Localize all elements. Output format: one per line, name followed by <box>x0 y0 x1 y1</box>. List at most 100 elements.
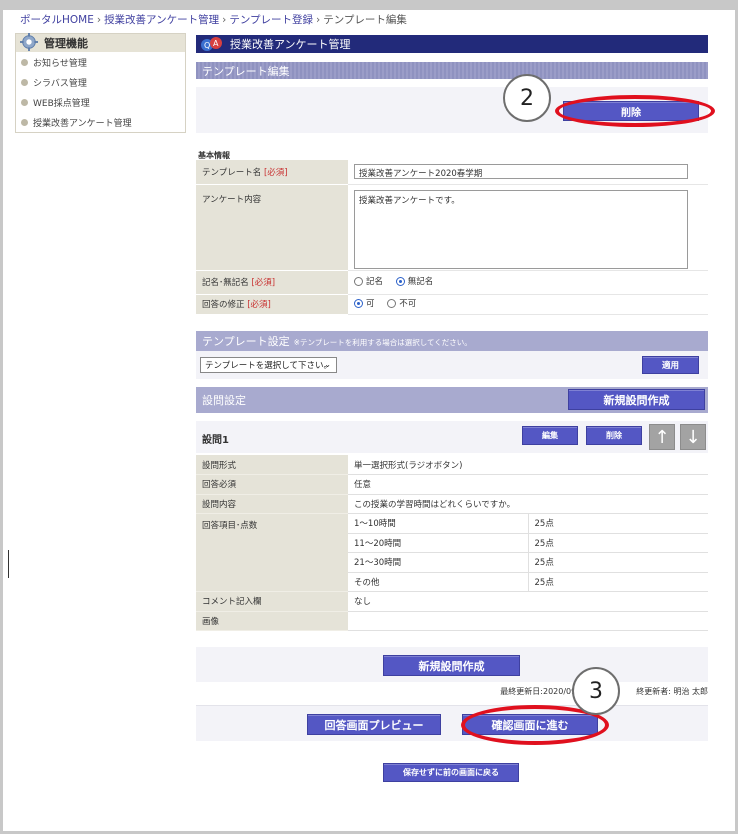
svg-text:A: A <box>213 39 219 48</box>
survey-content-label: アンケート内容 <box>196 184 348 271</box>
radio-anonymous[interactable]: 無記名 <box>395 275 434 288</box>
template-select[interactable]: テンプレートを選択して下さい。 ⌄ <box>200 357 337 373</box>
left-divider <box>8 550 9 578</box>
edit-question-button[interactable]: 編集 <box>522 426 578 445</box>
format-value: 単一選択形式(ラジオボタン) <box>348 455 708 475</box>
edit-answer-label: 回答の修正 [必須] <box>196 294 348 315</box>
radio-circle <box>354 276 363 286</box>
question1-title: 設問1 <box>202 435 229 446</box>
breadcrumb-survey-management[interactable]: 授業改善アンケート管理 <box>104 14 219 26</box>
radio-named[interactable]: 記名 <box>354 275 383 287</box>
chevron-down-icon: ⌄ <box>324 360 331 369</box>
breadcrumb-template-register[interactable]: テンプレート登録 <box>229 14 313 26</box>
breadcrumb-separator: › <box>222 14 227 26</box>
radio-label: 不可 <box>399 299 417 310</box>
page-title-bar: QA 授業改善アンケート管理 <box>196 35 708 53</box>
template-name-label: テンプレート名 [必須] <box>196 160 348 185</box>
answer-item: 11～20時間 <box>348 533 528 553</box>
question-settings-title: 設問設定 <box>202 394 246 407</box>
breadcrumb-portal-home[interactable]: ポータルHOME <box>20 14 94 26</box>
required-mark: [必須] <box>251 278 276 288</box>
image-value <box>348 611 708 631</box>
template-select-row: テンプレートを選択して下さい。 ⌄ 適用 <box>196 351 708 379</box>
radio-editable[interactable]: 可 <box>354 297 375 309</box>
sidebar-header: 管理機能 <box>16 33 185 52</box>
sidebar-item-survey[interactable]: 授業改善アンケート管理 <box>16 112 185 132</box>
svg-text:Q: Q <box>204 41 210 50</box>
sidebar-item-label: シラバス管理 <box>33 78 87 89</box>
sidebar-item-syllabus[interactable]: シラバス管理 <box>16 72 185 92</box>
answer-items-label: 回答項目･点数 <box>196 513 348 592</box>
gear-icon <box>20 33 38 51</box>
survey-content-textarea[interactable]: 授業改善アンケートです。 <box>354 189 688 269</box>
apply-button[interactable]: 適用 <box>642 356 699 374</box>
sidebar: 管理機能 お知らせ管理 シラバス管理 WEB採点管理 授業改善アンケート管理 <box>15 33 186 133</box>
question1-detail-table: 設問形式 単一選択形式(ラジオボタン) 回答必須 任意 設問内容 この授業の学習時間は… <box>196 455 708 631</box>
format-label: 設問形式 <box>196 455 348 475</box>
comment-value: なし <box>348 591 708 612</box>
move-down-icon[interactable]: ↓ <box>680 424 706 450</box>
sidebar-item-web-grading[interactable]: WEB採点管理 <box>16 92 185 112</box>
last-updated-date: 最終更新日:2020/09 <box>500 687 577 696</box>
template-select-value: テンプレートを選択して下さい。 <box>205 361 332 371</box>
sidebar-title: 管理機能 <box>44 37 88 50</box>
radio-circle-selected <box>354 298 363 308</box>
answer-item: その他 <box>348 572 528 592</box>
basic-info-table: テンプレート名 [必須] 授業改善アンケート2020春学期 アンケート内容 授業… <box>196 160 708 315</box>
image-label: 画像 <box>196 611 348 631</box>
section-title-text: テンプレート編集 <box>202 64 290 78</box>
breadcrumb-separator: › <box>96 14 102 26</box>
template-settings-header: テンプレート設定 ※テンプレートを利用する場合は選択してください。 <box>196 331 708 351</box>
answer-score: 25点 <box>527 533 708 553</box>
callout-number-2: 2 <box>503 74 551 122</box>
bullet-icon <box>21 78 28 86</box>
action-panel: 回答画面プレビュー 確認画面に進む <box>196 705 708 741</box>
required-label: 回答必須 <box>196 474 348 495</box>
answer-item: 21～30時間 <box>348 552 528 573</box>
breadcrumb-separator: › <box>316 14 321 26</box>
sidebar-item-label: WEB採点管理 <box>33 98 90 109</box>
last-updater: 終更新者: 明治 太郎 <box>636 687 708 696</box>
template-name-input[interactable]: 授業改善アンケート2020春学期 <box>354 164 688 180</box>
required-mark: [必須] <box>263 167 288 178</box>
template-settings-note: ※テンプレートを利用する場合は選択してください。 <box>293 338 472 347</box>
breadcrumb-current: テンプレート編集 <box>323 14 407 26</box>
move-up-icon[interactable]: ↑ <box>649 424 675 450</box>
new-question-button-top[interactable]: 新規設問作成 <box>568 389 705 410</box>
answer-score: 25点 <box>527 572 708 592</box>
page-title: 授業改善アンケート管理 <box>230 38 351 51</box>
bullet-icon <box>21 98 28 106</box>
question1-header: 設問1 編集 削除 ↑ ↓ <box>196 421 708 453</box>
required-value: 任意 <box>348 474 708 495</box>
new-question-button-bottom[interactable]: 新規設問作成 <box>383 655 520 676</box>
bullet-icon <box>21 58 28 66</box>
radio-circle <box>387 298 397 308</box>
back-without-saving-button[interactable]: 保存せずに前の画面に戻る <box>383 763 519 782</box>
top-edge-bar <box>0 0 738 10</box>
answer-score: 25点 <box>527 552 708 573</box>
comment-label: コメント記入欄 <box>196 591 348 612</box>
callout-oval-delete <box>555 95 715 127</box>
callout-number-3: 3 <box>572 667 620 715</box>
named-label: 記名･無記名 [必須] <box>196 270 348 295</box>
breadcrumb: ポータルHOME › 授業改善アンケート管理 › テンプレート登録 › テンプレート編集 <box>20 12 407 27</box>
answer-score: 25点 <box>527 513 708 534</box>
sidebar-item-label: お知らせ管理 <box>33 58 87 69</box>
delete-question-button[interactable]: 削除 <box>586 426 642 445</box>
section-title-template-edit: テンプレート編集 <box>196 62 708 79</box>
answer-item: 1～10時間 <box>348 513 528 534</box>
new-question-panel: 新規設問作成 <box>196 647 708 682</box>
bullet-icon <box>21 118 28 126</box>
question-settings-header: 設問設定 新規設問作成 <box>196 387 708 413</box>
sidebar-item-news[interactable]: お知らせ管理 <box>16 52 185 72</box>
sidebar-item-label: 授業改善アンケート管理 <box>33 118 132 129</box>
radio-circle-selected <box>395 276 405 286</box>
qa-icon: QA <box>201 37 222 51</box>
template-settings-title: テンプレート設定 <box>202 335 290 348</box>
content-label: 設問内容 <box>196 494 348 514</box>
preview-button[interactable]: 回答画面プレビュー <box>307 714 441 735</box>
radio-not-editable[interactable]: 不可 <box>387 297 416 309</box>
radio-label: 無記名 <box>407 277 434 288</box>
required-mark: [必須] <box>247 300 271 310</box>
radio-label: 可 <box>366 299 375 310</box>
